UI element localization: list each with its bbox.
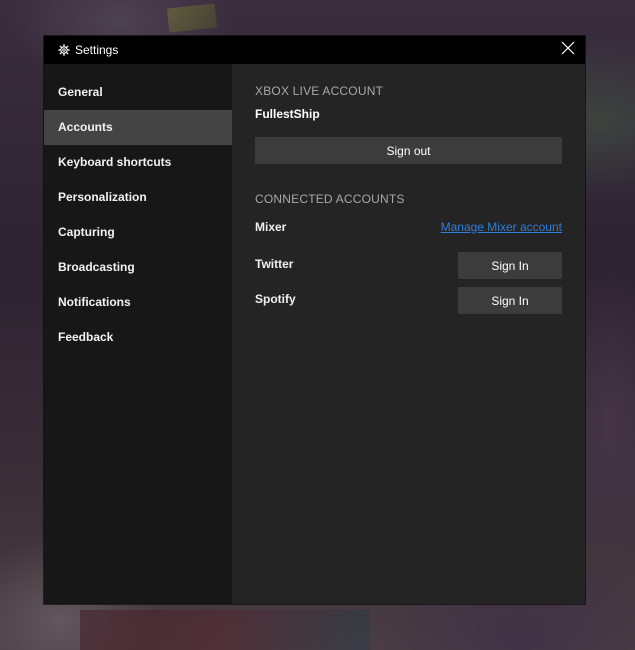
account-row-mixer: Mixer Manage Mixer account: [255, 216, 562, 252]
sidebar-item-capturing[interactable]: Capturing: [44, 215, 232, 250]
account-name-twitter: Twitter: [255, 257, 294, 271]
background-sign: [166, 3, 218, 33]
close-button[interactable]: [557, 39, 579, 61]
sidebar-item-broadcasting[interactable]: Broadcasting: [44, 250, 232, 285]
accounts-panel: XBOX LIVE ACCOUNT FullestShip Sign out C…: [232, 64, 585, 604]
title-bar: Settings: [44, 36, 585, 64]
settings-window: Settings General Accounts Keyboard short…: [44, 36, 585, 604]
manage-mixer-account-link[interactable]: Manage Mixer account: [441, 220, 562, 234]
window-title: Settings: [75, 43, 119, 57]
spotify-sign-in-button[interactable]: Sign In: [458, 287, 562, 314]
connected-accounts-list: Mixer Manage Mixer account Twitter Sign …: [255, 216, 562, 322]
sidebar-item-accounts[interactable]: Accounts: [44, 110, 232, 145]
sidebar-item-notifications[interactable]: Notifications: [44, 285, 232, 320]
account-row-spotify: Spotify Sign In: [255, 287, 562, 322]
sidebar-item-feedback[interactable]: Feedback: [44, 320, 232, 355]
twitter-sign-in-button[interactable]: Sign In: [458, 252, 562, 279]
settings-sidebar: General Accounts Keyboard shortcuts Pers…: [44, 64, 232, 604]
xbox-live-account-header: XBOX LIVE ACCOUNT: [255, 84, 384, 98]
sidebar-item-personalization[interactable]: Personalization: [44, 180, 232, 215]
account-row-twitter: Twitter Sign In: [255, 252, 562, 287]
sign-out-button[interactable]: Sign out: [255, 137, 562, 164]
settings-body: General Accounts Keyboard shortcuts Pers…: [44, 64, 585, 604]
connected-accounts-header: CONNECTED ACCOUNTS: [255, 192, 405, 206]
sidebar-item-keyboard-shortcuts[interactable]: Keyboard shortcuts: [44, 145, 232, 180]
sidebar-item-general[interactable]: General: [44, 75, 232, 110]
account-name-spotify: Spotify: [255, 292, 296, 306]
gear-icon: [58, 44, 70, 56]
background-banner: [80, 610, 370, 650]
account-name-mixer: Mixer: [255, 220, 287, 234]
close-icon: [561, 41, 575, 60]
gamertag: FullestShip: [255, 107, 320, 121]
